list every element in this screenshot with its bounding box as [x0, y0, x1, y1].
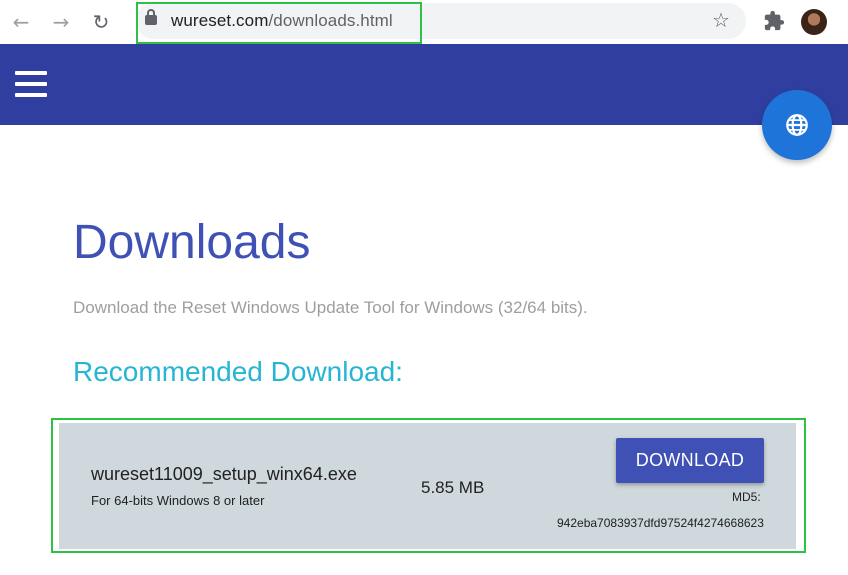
profile-avatar[interactable]: [801, 9, 827, 35]
page-title: Downloads: [73, 216, 311, 269]
page-subtitle: Download the Reset Windows Update Tool f…: [73, 298, 588, 317]
md5-value: 942eba7083937dfd97524f4274668623: [557, 516, 764, 530]
reload-icon[interactable]: ↻: [88, 9, 114, 35]
download-button[interactable]: DOWNLOAD: [616, 438, 764, 483]
language-button[interactable]: [762, 90, 832, 160]
file-size: 5.85 MB: [421, 478, 485, 497]
md5-label: MD5:: [732, 490, 761, 504]
browser-toolbar: ← → ↻ wureset.com/downloads.html ☆: [0, 0, 848, 44]
puzzle-icon[interactable]: [763, 10, 785, 32]
forward-arrow-icon[interactable]: →: [48, 9, 74, 35]
star-icon[interactable]: ☆: [712, 8, 730, 32]
url-highlight-box: [136, 2, 422, 44]
globe-icon: [786, 114, 808, 136]
back-arrow-icon[interactable]: ←: [8, 9, 34, 35]
file-requirements: For 64-bits Windows 8 or later: [91, 493, 265, 508]
site-header: [0, 44, 848, 125]
file-name: wureset11009_setup_winx64.exe: [91, 464, 357, 484]
section-title: Recommended Download:: [73, 356, 403, 387]
hamburger-menu-icon[interactable]: [15, 71, 47, 97]
